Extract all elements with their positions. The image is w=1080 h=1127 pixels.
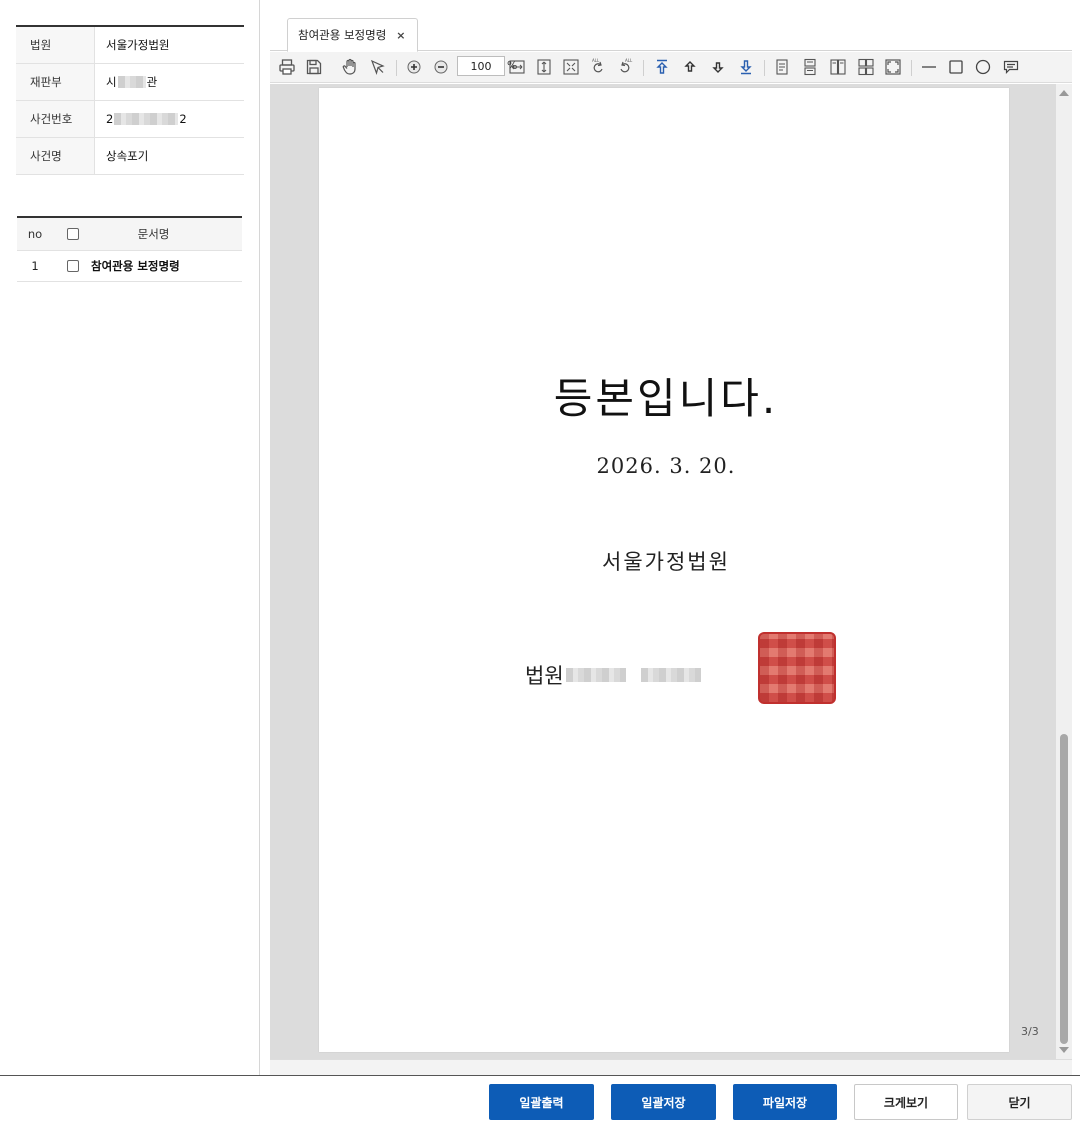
footer-divider bbox=[0, 1075, 1080, 1076]
certification-text: 등본입니다. bbox=[553, 374, 779, 423]
line-tool-icon[interactable] bbox=[919, 57, 939, 77]
select-arrow-icon[interactable] bbox=[368, 57, 388, 77]
division-value-prefix: 시 bbox=[106, 75, 117, 89]
svg-text:ALL: ALL bbox=[625, 58, 633, 63]
header-document-name: 문서명 bbox=[137, 227, 170, 241]
rotate-all-right-icon[interactable]: ALL bbox=[615, 57, 635, 77]
case-info-table: 법원 서울가정법원 재판부 시 관 사건번호 2 2 사건명 상속포기 bbox=[16, 25, 244, 175]
circle-tool-icon[interactable] bbox=[973, 57, 993, 77]
case-number-suffix: 2 bbox=[179, 112, 187, 126]
select-all-cell bbox=[55, 228, 91, 240]
tab-label: 참여관용 보정명령 bbox=[298, 28, 387, 42]
vertical-scrollbar[interactable] bbox=[1056, 84, 1072, 1059]
print-icon[interactable] bbox=[277, 57, 297, 77]
case-info-panel: 법원 서울가정법원 재판부 시 관 사건번호 2 2 사건명 상속포기 no 문… bbox=[0, 0, 260, 1076]
table-row[interactable]: 1 참여관용 보정명령 bbox=[17, 251, 242, 282]
court-name: 서울가정법원 bbox=[602, 550, 730, 574]
bulk-save-button[interactable]: 일괄저장 bbox=[611, 1084, 716, 1120]
first-page-icon[interactable] bbox=[652, 57, 672, 77]
fit-height-icon[interactable] bbox=[534, 57, 554, 77]
division-value-suffix: 관 bbox=[146, 75, 158, 89]
scrollbar-thumb[interactable] bbox=[1060, 734, 1068, 1044]
case-number-label: 사건번호 bbox=[16, 101, 95, 137]
file-save-button[interactable]: 파일저장 bbox=[733, 1084, 837, 1120]
hand-tool-icon[interactable] bbox=[340, 57, 360, 77]
toolbar-divider bbox=[643, 60, 644, 76]
close-button[interactable]: 닫기 bbox=[967, 1084, 1072, 1120]
comment-tool-icon[interactable] bbox=[1001, 57, 1021, 77]
toolbar-divider bbox=[396, 60, 397, 76]
court-label: 법원 bbox=[16, 27, 95, 63]
continuous-view-icon[interactable] bbox=[800, 57, 820, 77]
row-no: 1 bbox=[31, 259, 39, 273]
redacted-text bbox=[565, 668, 626, 682]
scroll-up-icon[interactable] bbox=[1059, 90, 1069, 96]
tab-document[interactable]: 참여관용 보정명령 × bbox=[287, 18, 418, 52]
case-info-row-division: 재판부 시 관 bbox=[16, 64, 244, 101]
zoom-in-icon[interactable] bbox=[404, 57, 424, 77]
fit-width-icon[interactable] bbox=[507, 57, 527, 77]
court-officer-prefix: 법원 bbox=[525, 664, 564, 688]
two-page-continuous-icon[interactable] bbox=[856, 57, 876, 77]
redacted-text bbox=[114, 113, 179, 125]
page-indicator: 3/3 bbox=[1021, 1025, 1039, 1038]
case-info-row-court: 법원 서울가정법원 bbox=[16, 27, 244, 64]
last-page-icon[interactable] bbox=[736, 57, 756, 77]
enlarge-view-button[interactable]: 크게보기 bbox=[854, 1084, 958, 1120]
zoom-level-input[interactable]: 100 bbox=[457, 56, 505, 76]
bulk-print-button[interactable]: 일괄출력 bbox=[489, 1084, 594, 1120]
document-date: 2026. 3. 20. bbox=[596, 454, 736, 478]
division-label: 재판부 bbox=[16, 64, 95, 100]
two-page-view-icon[interactable] bbox=[828, 57, 848, 77]
court-value: 서울가정법원 bbox=[106, 38, 170, 52]
court-officer-line: 법원 bbox=[525, 660, 702, 690]
redacted-text bbox=[117, 76, 146, 88]
next-page-icon[interactable] bbox=[708, 57, 728, 77]
case-info-row-case-name: 사건명 상속포기 bbox=[16, 138, 244, 175]
division-value: 시 관 bbox=[95, 74, 157, 90]
case-name-label: 사건명 bbox=[16, 138, 95, 174]
case-name-value: 상속포기 bbox=[106, 149, 149, 163]
scroll-down-icon[interactable] bbox=[1059, 1047, 1069, 1053]
zoom-out-icon[interactable] bbox=[431, 57, 451, 77]
document-viewer: 참여관용 보정명령 × 100 % ALL ALL 등본입니다. 2026. 3… bbox=[270, 0, 1080, 1076]
case-number-prefix: 2 bbox=[106, 112, 114, 126]
case-info-row-case-number: 사건번호 2 2 bbox=[16, 101, 244, 138]
fit-page-icon[interactable] bbox=[561, 57, 581, 77]
rotate-all-left-icon[interactable]: ALL bbox=[588, 57, 608, 77]
toolbar-divider bbox=[764, 60, 765, 76]
single-page-view-icon[interactable] bbox=[772, 57, 792, 77]
official-seal bbox=[758, 632, 836, 704]
case-number-value: 2 2 bbox=[95, 112, 187, 126]
row-document-name[interactable]: 참여관용 보정명령 bbox=[91, 258, 242, 274]
previous-page-icon[interactable] bbox=[680, 57, 700, 77]
document-canvas[interactable]: 등본입니다. 2026. 3. 20. 서울가정법원 법원 3/3 bbox=[270, 84, 1072, 1059]
viewer-toolbar: 100 % ALL ALL bbox=[270, 52, 1072, 83]
save-icon[interactable] bbox=[304, 57, 324, 77]
row-checkbox-cell bbox=[55, 260, 91, 272]
viewer-tab-bar: 참여관용 보정명령 × bbox=[270, 0, 1072, 52]
document-page: 등본입니다. 2026. 3. 20. 서울가정법원 법원 bbox=[319, 88, 1009, 1052]
rectangle-tool-icon[interactable] bbox=[946, 57, 966, 77]
svg-text:ALL: ALL bbox=[592, 58, 600, 63]
document-list-header: no 문서명 bbox=[17, 218, 242, 251]
close-icon[interactable]: × bbox=[396, 29, 405, 42]
fullscreen-icon[interactable] bbox=[883, 57, 903, 77]
select-all-checkbox[interactable] bbox=[67, 228, 79, 240]
redacted-text bbox=[640, 668, 701, 682]
header-no: no bbox=[27, 227, 43, 241]
viewer-bottom-bar bbox=[270, 1059, 1072, 1076]
row-checkbox[interactable] bbox=[67, 260, 79, 272]
toolbar-divider bbox=[911, 60, 912, 76]
document-list-table: no 문서명 1 참여관용 보정명령 bbox=[17, 216, 242, 282]
